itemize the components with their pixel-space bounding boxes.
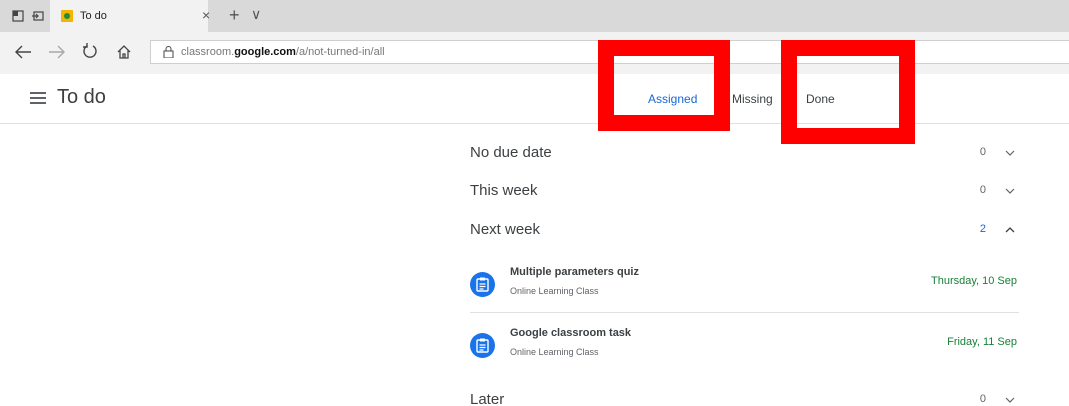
assignment-item[interactable]: Multiple parameters quiz Online Learning…: [470, 266, 1019, 312]
chevron-down-icon[interactable]: [1005, 395, 1015, 405]
section-count: 0: [979, 393, 986, 405]
assignment-due-date: Thursday, 10 Sep: [930, 275, 1017, 287]
section-label: This week: [470, 182, 538, 199]
lock-icon: [163, 46, 174, 58]
assignment-class: Online Learning Class: [510, 347, 599, 357]
forward-icon[interactable]: [48, 44, 66, 60]
section-count: 2: [979, 223, 986, 235]
annotation-highlight-assigned: [598, 40, 730, 131]
new-tab-icon[interactable]: +: [229, 6, 240, 24]
assignment-due-date: Friday, 11 Sep: [947, 336, 1017, 348]
section-no-due-date[interactable]: No due date 0: [470, 142, 1019, 166]
main-menu-icon[interactable]: [30, 92, 46, 104]
section-label: No due date: [470, 144, 552, 161]
section-count: 0: [979, 184, 986, 196]
section-label: Next week: [470, 221, 541, 238]
chevron-up-icon[interactable]: [1005, 225, 1015, 235]
annotation-highlight-done: [781, 40, 915, 144]
section-later[interactable]: Later 0: [470, 389, 1019, 406]
assignment-icon: [470, 272, 495, 297]
page-title: To do: [57, 86, 106, 108]
section-label: Later: [470, 391, 505, 406]
section-this-week[interactable]: This week 0: [470, 180, 1019, 204]
section-count: 0: [979, 146, 986, 158]
chevron-down-icon[interactable]: ∨: [251, 5, 261, 23]
url-text[interactable]: classroom.google.com/a/not-turned-in/all: [181, 46, 385, 58]
assignment-title[interactable]: Google classroom task: [510, 327, 631, 339]
set-aside-tabs-icon[interactable]: [32, 10, 44, 22]
back-icon[interactable]: [14, 44, 32, 60]
assignment-item[interactable]: Google classroom task Online Learning Cl…: [470, 327, 1019, 373]
assignment-icon: [470, 333, 495, 358]
browser-tab-bar: To do × + ∨: [0, 0, 1069, 32]
tab-title: To do: [80, 10, 107, 22]
close-tab-icon[interactable]: ×: [202, 7, 210, 23]
assignment-class: Online Learning Class: [510, 286, 599, 296]
refresh-icon[interactable]: [82, 43, 98, 61]
assignment-title[interactable]: Multiple parameters quiz: [510, 266, 639, 278]
chevron-down-icon[interactable]: [1005, 148, 1015, 158]
classroom-favicon: [61, 10, 73, 22]
item-divider: [470, 312, 1019, 313]
tab-preview-icon[interactable]: [12, 10, 24, 22]
browser-tab-todo[interactable]: To do: [50, 0, 208, 32]
tab-missing[interactable]: Missing: [732, 92, 773, 106]
section-next-week[interactable]: Next week 2: [470, 219, 1019, 243]
chevron-down-icon[interactable]: [1005, 186, 1015, 196]
home-icon[interactable]: [116, 44, 132, 60]
